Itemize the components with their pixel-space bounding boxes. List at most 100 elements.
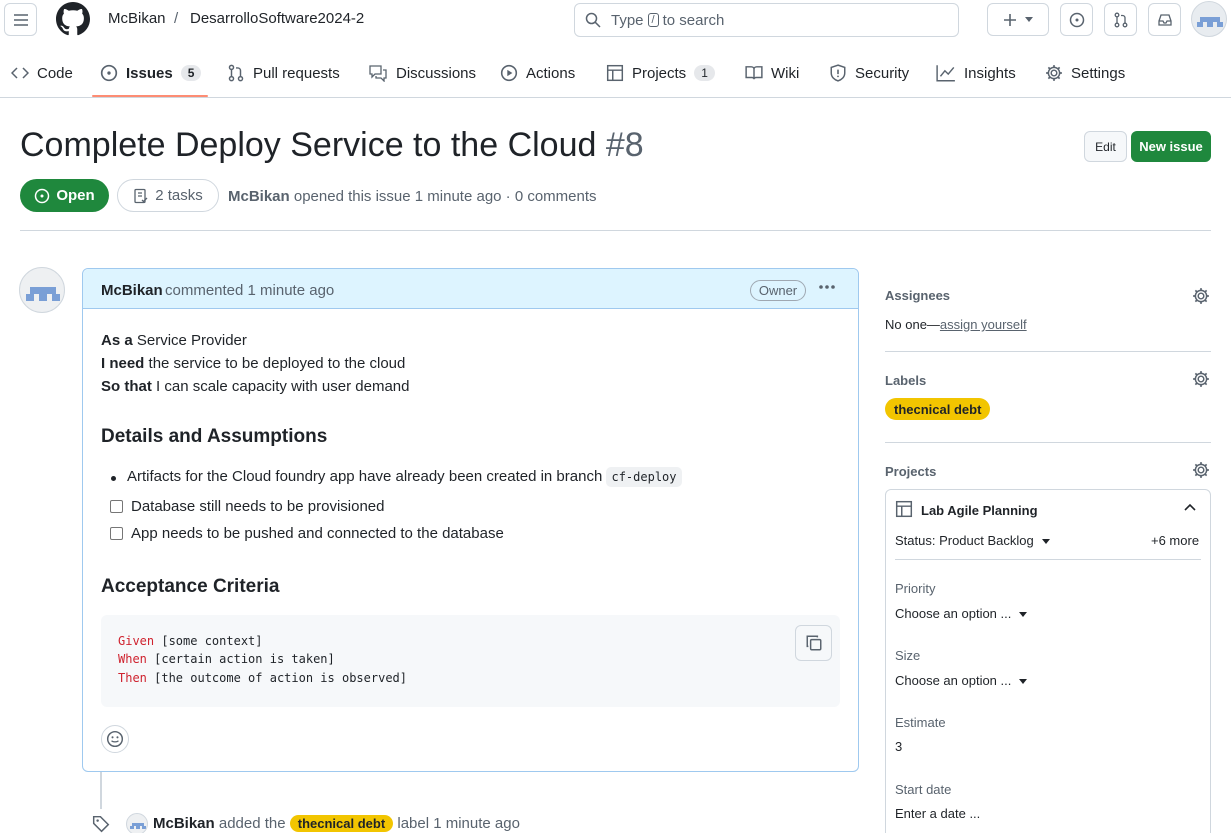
tab-wiki[interactable]: Wiki [745, 56, 799, 90]
code-line: When [certain action is taken] [118, 652, 335, 666]
start-date-field-label: Start date [895, 782, 952, 797]
github-logo-icon[interactable] [56, 2, 90, 36]
add-reaction-button[interactable] [101, 725, 129, 753]
breadcrumb-repo[interactable]: DesarrolloSoftware2024-2 [190, 10, 364, 27]
acceptance-criteria-heading: Acceptance Criteria [101, 576, 280, 597]
chevron-up-icon[interactable] [1183, 501, 1197, 515]
tab-settings[interactable]: Settings [1045, 56, 1125, 90]
assignees-gear-icon[interactable] [1192, 287, 1210, 305]
tab-issues[interactable]: Issues 5 [100, 56, 202, 90]
breadcrumb-separator: / [174, 10, 179, 27]
selected-tab-underline [92, 95, 208, 97]
event-actor-avatar[interactable] [126, 813, 148, 833]
tab-code[interactable]: Code [11, 56, 73, 90]
issue-meta: McBikan opened this issue 1 minute ago ·… [228, 188, 597, 205]
issue-opened-icon [100, 64, 118, 82]
details-heading: Details and Assumptions [101, 426, 328, 447]
create-new-button[interactable] [987, 3, 1049, 36]
issue-state-label: Open [56, 187, 95, 204]
project-status-dropdown[interactable]: Status: Product Backlog [895, 533, 1050, 548]
tab-discussions-label: Discussions [396, 64, 477, 82]
inbox-icon [1157, 13, 1172, 26]
story-text: Service Provider [132, 332, 247, 349]
project-card: Lab Agile Planning Status: Product Backl… [885, 489, 1211, 833]
comment-timestamp[interactable]: commented 1 minute ago [165, 282, 334, 299]
tab-pull-requests-label: Pull requests [253, 64, 340, 82]
inbox-button[interactable] [1148, 3, 1181, 36]
project-more-fields-button[interactable]: +6 more [1151, 533, 1199, 548]
tasks-progress-button[interactable]: 2 tasks [117, 179, 219, 212]
git-pull-request-icon [1114, 12, 1127, 27]
code-text: [certain action is taken] [146, 652, 335, 666]
issue-author-link[interactable]: McBikan [228, 188, 290, 205]
search-icon [585, 12, 601, 28]
tag-icon [92, 815, 110, 833]
code-text: [some context] [154, 634, 263, 648]
priority-field-label: Priority [895, 581, 936, 596]
hamburger-icon [13, 13, 28, 26]
comment-author-link[interactable]: McBikan [101, 282, 163, 299]
your-issues-button[interactable] [1060, 3, 1093, 36]
assign-yourself-link[interactable]: assign yourself [940, 317, 1027, 332]
search-shortcut-key: / [647, 13, 659, 27]
issue-title-text: Complete Deploy Service to the Cloud [20, 126, 597, 164]
project-name-link[interactable]: Lab Agile Planning [921, 503, 1038, 518]
new-issue-button[interactable]: New issue [1131, 131, 1211, 162]
copy-code-button[interactable] [795, 625, 832, 661]
priority-field-value: Choose an option ... [895, 606, 1012, 621]
tab-actions[interactable]: Actions [500, 56, 575, 90]
task-checkbox[interactable] [110, 527, 123, 540]
code-icon [11, 67, 29, 79]
task-checkbox[interactable] [110, 500, 123, 513]
tab-actions-label: Actions [526, 64, 576, 82]
comment-header: McBikan commented 1 minute ago Owner [83, 269, 858, 309]
priority-field-dropdown[interactable]: Choose an option ... [895, 606, 1028, 621]
size-field-value: Choose an option ... [895, 673, 1012, 688]
comment-options-button[interactable] [815, 277, 839, 301]
issue-opened-text: opened this issue 1 minute ago · 0 comme… [293, 188, 597, 205]
sidebar-label-chip[interactable]: thecnical debt [885, 398, 991, 420]
estimate-field-value[interactable]: 3 [895, 739, 902, 754]
size-field-dropdown[interactable]: Choose an option ... [895, 673, 1028, 688]
menu-button[interactable] [4, 3, 37, 36]
search-placeholder-prefix: Type [611, 11, 644, 29]
start-date-field-input[interactable]: Enter a date ... [895, 806, 980, 821]
tab-projects[interactable]: Projects 1 [606, 56, 715, 90]
identicon-avatar-icon [1197, 17, 1223, 27]
no-assignee-text: No one— [885, 317, 940, 332]
issue-title: Complete Deploy Service to the Cloud #8 [20, 126, 644, 165]
story-text: I can scale capacity with user demand [151, 378, 410, 395]
issue-opened-icon [1069, 12, 1084, 27]
branch-name-code: cf-deploy [606, 467, 682, 487]
tab-pull-requests[interactable]: Pull requests [227, 56, 340, 90]
code-keyword: Given [118, 634, 155, 648]
artifact-bullet-item: Artifacts for the Cloud foundry app have… [127, 467, 682, 487]
event-label-chip[interactable]: thecnical debt [289, 815, 394, 832]
tab-insights[interactable]: Insights [936, 56, 1016, 90]
tab-issues-label: Issues [126, 64, 173, 82]
table-icon [895, 500, 913, 518]
user-avatar[interactable] [1191, 1, 1227, 37]
bullet-text: Artifacts for the Cloud foundry app have… [127, 468, 603, 485]
search-input[interactable]: Type / to search [574, 3, 959, 37]
event-actor-link[interactable]: McBikan [153, 815, 215, 832]
projects-gear-icon[interactable] [1192, 461, 1210, 479]
your-pull-requests-button[interactable] [1104, 3, 1137, 36]
labels-gear-icon[interactable] [1192, 370, 1210, 388]
comment-discussion-icon [369, 65, 387, 82]
caret-down-icon [1019, 679, 1028, 685]
task-item-label: Database still needs to be provisioned [131, 498, 385, 515]
breadcrumb-owner[interactable]: McBikan [108, 10, 166, 27]
tab-discussions[interactable]: Discussions [368, 56, 476, 90]
copy-icon [806, 635, 821, 651]
caret-down-icon [1019, 612, 1028, 618]
labels-heading: Labels [885, 373, 927, 388]
global-header: McBikan / DesarrolloSoftware2024-2 Type … [0, 0, 1231, 40]
edit-title-button[interactable]: Edit [1084, 131, 1127, 162]
tab-security[interactable]: Security [829, 56, 909, 90]
code-line: Then [the outcome of action is observed] [118, 671, 407, 685]
assignees-value: No one—assign yourself [885, 317, 1027, 332]
code-keyword: When [118, 652, 147, 666]
owner-badge: Owner [750, 280, 806, 301]
comment-author-avatar[interactable] [19, 267, 65, 313]
